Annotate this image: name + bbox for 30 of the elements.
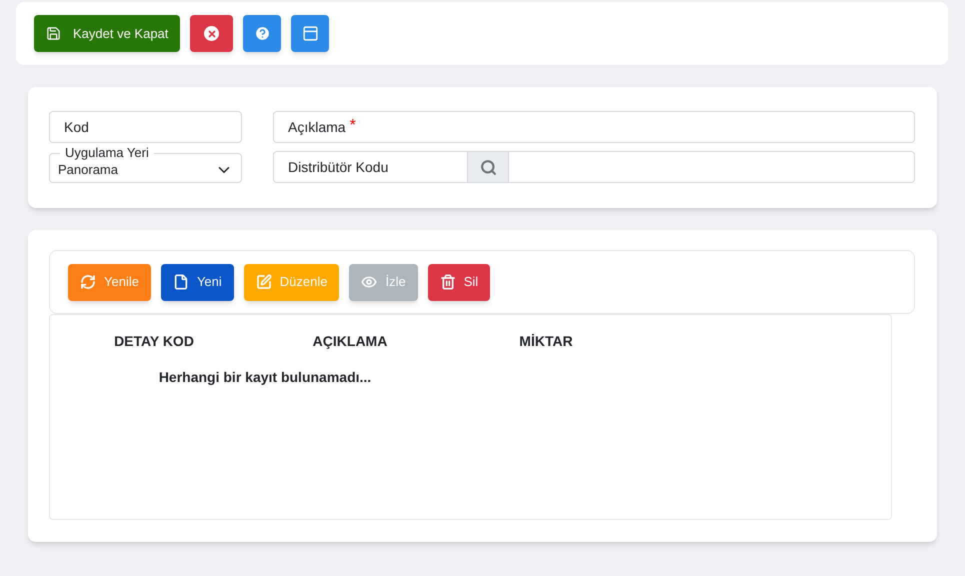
trash-icon [440,274,456,290]
empty-message: Herhangi bir kayıt bulunamadı... [158,368,372,387]
delete-button[interactable]: Sil [428,264,490,300]
distributor-code-field[interactable]: Distribütör Kodu [273,151,915,183]
description-field[interactable]: Açıklama * [273,111,915,143]
document-icon [172,274,189,290]
field-label: Açıklama [288,118,346,137]
close-icon [204,26,220,41]
eye-icon [361,274,378,290]
column-header: DETAY KOD [113,332,195,350]
edit-icon [256,274,272,290]
column-header: AÇIKLAMA [312,332,388,351]
window-button[interactable] [291,15,330,52]
help-button[interactable] [243,15,282,52]
search-icon [480,158,496,176]
save-icon [46,26,61,41]
code-field[interactable]: Kod [49,111,242,143]
new-button[interactable]: Yeni [160,264,234,300]
refresh-icon [80,274,96,290]
required-mark: * [350,118,356,134]
close-button[interactable] [190,15,234,52]
column-header: MİKTAR [518,332,574,350]
application-place-select[interactable]: Uygulama Yeri Panorama [49,146,242,183]
window-icon [302,25,319,42]
help-icon [254,25,271,42]
search-button[interactable] [467,152,509,182]
field-label: Distribütör Kodu [287,158,390,176]
select-value: Panorama [58,161,118,180]
select-label: Uygulama Yeri [64,146,150,160]
save-close-button[interactable]: Kaydet ve Kapat [34,15,180,52]
